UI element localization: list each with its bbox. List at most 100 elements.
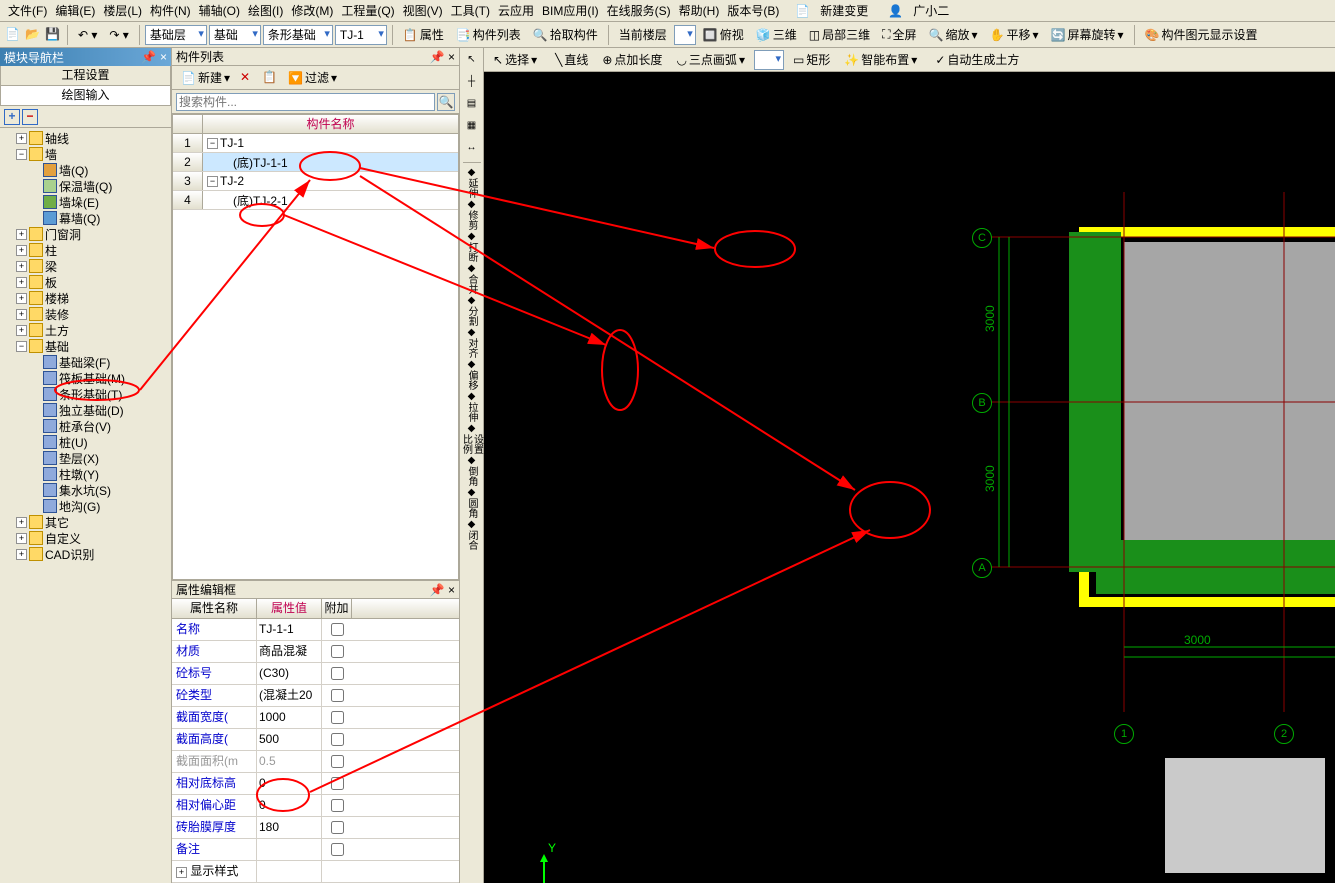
tree-wall-pier[interactable]: 墙垛(E) — [2, 194, 169, 210]
rect-button[interactable]: ▭矩形 — [788, 50, 835, 70]
attr-button[interactable]: 📋属性 — [398, 25, 449, 45]
vtool-圆角[interactable]: ◆圆角 — [462, 487, 482, 519]
menu-view[interactable]: 视图(V) — [399, 0, 447, 21]
property-row[interactable]: 相对偏心距0 — [172, 795, 459, 817]
menu-quantity[interactable]: 工程量(Q) — [337, 0, 398, 21]
vtool-dim-icon[interactable]: ↔ — [462, 138, 482, 158]
tree-foundation[interactable]: −基础 — [2, 338, 169, 354]
menu-tool[interactable]: 工具(T) — [447, 0, 494, 21]
add-checkbox[interactable] — [331, 645, 344, 658]
vtool-拉伸[interactable]: ◆拉伸 — [462, 391, 482, 423]
menu-axis[interactable]: 辅轴(O) — [195, 0, 244, 21]
smart-layout-button[interactable]: ✨智能布置 ▾ — [839, 50, 922, 70]
menu-help[interactable]: 帮助(H) — [675, 0, 724, 21]
auto-earth-button[interactable]: ✓自动生成土方 — [930, 50, 1024, 70]
vtool-闭合[interactable]: ◆闭合 — [462, 519, 482, 551]
menu-file[interactable]: 文件(F) — [4, 0, 51, 21]
vtool-对齐[interactable]: ◆对齐 — [462, 327, 482, 359]
type-dropdown[interactable]: 条形基础 — [263, 25, 333, 45]
tree-trench[interactable]: 地沟(G) — [2, 498, 169, 514]
tree-beam[interactable]: +梁 — [2, 258, 169, 274]
pick-button[interactable]: 🔍拾取构件 — [528, 25, 603, 45]
menu-modify[interactable]: 修改(M) — [287, 0, 337, 21]
tree-slab[interactable]: +板 — [2, 274, 169, 290]
add-checkbox[interactable] — [331, 777, 344, 790]
zoom-button[interactable]: 🔍缩放 ▾ — [924, 25, 983, 45]
display-settings-button[interactable]: 🎨构件图元显示设置 — [1140, 25, 1263, 45]
close-icon[interactable]: × — [448, 50, 455, 64]
tree-wall-q[interactable]: 墙(Q) — [2, 162, 169, 178]
delete-icon[interactable]: ✕ — [239, 69, 257, 87]
vtool-分割[interactable]: ◆分割 — [462, 295, 482, 327]
filter-button[interactable]: 🔽过滤 ▾ — [283, 68, 342, 88]
pin-icon[interactable]: 📌 — [430, 50, 445, 64]
grid-row[interactable]: 3−TJ-2 — [173, 172, 458, 191]
property-row[interactable]: 相对底标高0 — [172, 773, 459, 795]
new-component-button[interactable]: 📄新建 ▾ — [176, 68, 235, 88]
tree-raft[interactable]: 筏板基础(M) — [2, 370, 169, 386]
arc-dropdown[interactable] — [754, 50, 784, 70]
tree-sump[interactable]: 集水坑(S) — [2, 482, 169, 498]
property-row[interactable]: 材质商品混凝 — [172, 641, 459, 663]
property-row[interactable]: 截面面积(m0.5 — [172, 751, 459, 773]
tree-cad[interactable]: +CAD识别 — [2, 546, 169, 562]
copy-icon[interactable]: 📋 — [261, 69, 279, 87]
menu-cloud[interactable]: 云应用 — [494, 0, 538, 21]
add-checkbox[interactable] — [331, 711, 344, 724]
grid-row[interactable]: 4(底)TJ-2-1 — [173, 191, 458, 210]
property-row[interactable]: 砖胎膜厚度180 — [172, 817, 459, 839]
tab-project-settings[interactable]: 工程设置 — [0, 66, 171, 86]
prop-show-style[interactable]: + 显示样式 — [172, 861, 459, 883]
vtool-倒角[interactable]: ◆倒角 — [462, 455, 482, 487]
tree-column[interactable]: +柱 — [2, 242, 169, 258]
tree-custom[interactable]: +自定义 — [2, 530, 169, 546]
cur-floor-dropdown[interactable] — [674, 25, 696, 45]
tree-pile-cap[interactable]: 桩承台(V) — [2, 418, 169, 434]
tree-wall[interactable]: −墙 — [2, 146, 169, 162]
name-dropdown[interactable]: TJ-1 — [335, 25, 387, 45]
add-checkbox[interactable] — [331, 799, 344, 812]
menu-floor[interactable]: 楼层(L) — [99, 0, 146, 21]
vtool-合并[interactable]: ◆合并 — [462, 263, 482, 295]
property-row[interactable]: 截面宽度(1000 — [172, 707, 459, 729]
tree-indep-found[interactable]: 独立基础(D) — [2, 402, 169, 418]
arc3-button[interactable]: ◡三点画弧 ▾ — [671, 50, 750, 70]
collapse-all-button[interactable]: − — [22, 109, 38, 125]
tree-deco[interactable]: +装修 — [2, 306, 169, 322]
tree-door[interactable]: +门窗洞 — [2, 226, 169, 242]
drawing-canvas[interactable]: 3000 3000 3000 3000 3000 3000 X Y — [484, 72, 1335, 883]
add-checkbox[interactable] — [331, 623, 344, 636]
tree-curtain-wall[interactable]: 幕墙(Q) — [2, 210, 169, 226]
add-checkbox[interactable] — [331, 733, 344, 746]
vtool-偏移[interactable]: ◆偏移 — [462, 359, 482, 391]
pin-icon[interactable]: 📌 — [141, 50, 156, 64]
property-row[interactable]: 名称TJ-1-1 — [172, 619, 459, 641]
pin-icon[interactable]: 📌 — [430, 583, 445, 597]
menu-online[interactable]: 在线服务(S) — [603, 0, 675, 21]
add-checkbox[interactable] — [331, 821, 344, 834]
add-checkbox[interactable] — [331, 755, 344, 768]
complist-button[interactable]: 📑构件列表 — [451, 25, 526, 45]
grid-row[interactable]: 2(底)TJ-1-1 — [173, 153, 458, 172]
category-dropdown[interactable]: 基础 — [209, 25, 261, 45]
vtool-设置比例[interactable]: ◆设置比例 — [462, 423, 482, 455]
tree-insul-wall[interactable]: 保温墙(Q) — [2, 178, 169, 194]
property-row[interactable]: 备注 — [172, 839, 459, 861]
new-icon[interactable]: 📄 — [4, 26, 22, 44]
3d-button[interactable]: 🧊三维 — [751, 25, 802, 45]
pan-button[interactable]: ✋平移 ▾ — [985, 25, 1044, 45]
undo-button[interactable]: ↶ ▾ — [73, 25, 102, 45]
menu-bim[interactable]: BIM应用(I) — [538, 0, 603, 21]
vtool-延伸[interactable]: ◆延伸 — [462, 167, 482, 199]
expand-all-button[interactable]: + — [4, 109, 20, 125]
user-button[interactable]: 👤广小二 — [880, 0, 957, 23]
fullscreen-button[interactable]: ⛶全屏 — [877, 25, 921, 45]
vtool-grid-icon[interactable]: ▦ — [462, 116, 482, 136]
search-input[interactable] — [176, 93, 435, 111]
close-icon[interactable]: × — [448, 583, 455, 597]
pt-extend-button[interactable]: ⊕点加长度 — [597, 50, 667, 70]
select-button[interactable]: ↖选择 ▾ — [488, 50, 542, 70]
vtool-打断[interactable]: ◆打断 — [462, 231, 482, 263]
vtool-axis-icon[interactable]: ┼ — [462, 72, 482, 92]
tree-pile[interactable]: 桩(U) — [2, 434, 169, 450]
